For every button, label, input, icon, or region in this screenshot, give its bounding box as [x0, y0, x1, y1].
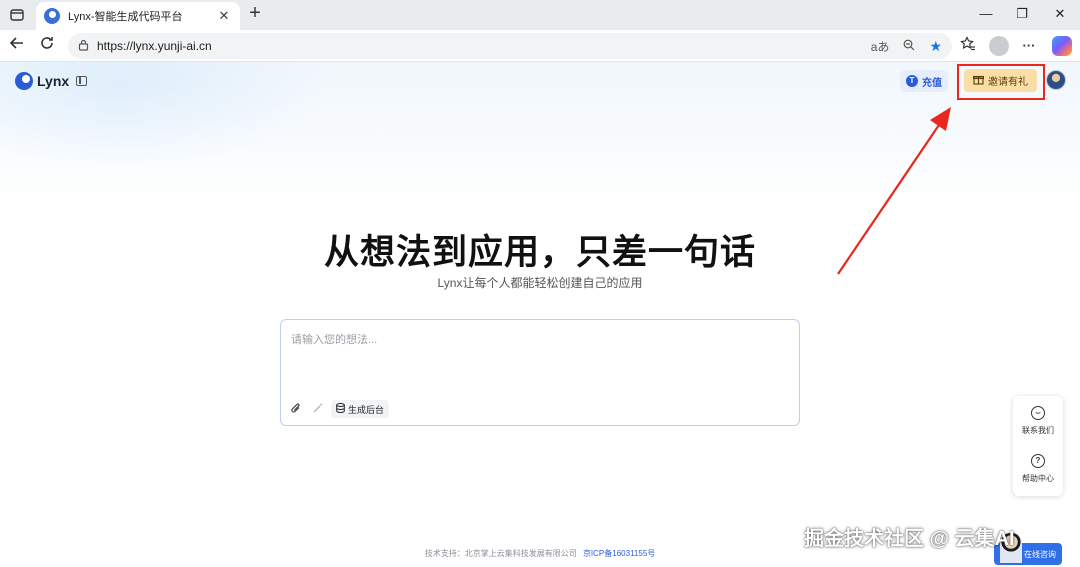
copilot-icon[interactable] [1052, 36, 1072, 56]
question-mark-icon: ? [1031, 454, 1045, 468]
online-consult-label: 在线咨询 [1024, 549, 1056, 559]
lynx-favicon-icon [44, 8, 60, 24]
database-icon [336, 403, 345, 415]
page-content: Lynx T 充值 邀请有礼 从想法到应用，只差一句话 Lynx让每个人都能轻松… [0, 62, 1080, 567]
generate-backend-label: 生成后台 [348, 404, 385, 415]
restore-icon[interactable]: ❐ [1004, 4, 1040, 24]
tech-support-text: 技术支持：北京掌上云集科技发展有限公司 [424, 549, 577, 558]
tab-close-icon[interactable]: ✕ [216, 8, 232, 24]
site-info-lock-icon[interactable] [78, 39, 89, 54]
favorite-star-icon[interactable]: ★ [929, 38, 942, 55]
chat-bubble-icon: ⌣ [1031, 406, 1045, 420]
browser-toolbar: https://lynx.yunji-ai.cn aあ ★ ··· [0, 30, 1080, 62]
zoom-icon[interactable] [903, 39, 915, 54]
help-center-button[interactable]: ? 帮助中心 [1013, 454, 1063, 484]
browser-tab-active[interactable]: Lynx-智能生成代码平台 ✕ [36, 2, 240, 30]
hero-subheadline: Lynx让每个人都能轻松创建自己的应用 [437, 276, 643, 290]
contact-us-label: 联系我们 [1022, 426, 1054, 435]
reload-icon[interactable] [36, 35, 58, 57]
address-bar[interactable]: https://lynx.yunji-ai.cn aあ ★ [68, 33, 952, 59]
browser-tab-bar: Lynx-智能生成代码平台 ✕ + — ❐ ✕ [0, 0, 1080, 30]
attachment-paperclip-icon[interactable] [289, 402, 303, 416]
contact-us-button[interactable]: ⌣ 联系我们 [1013, 406, 1063, 436]
generate-backend-button[interactable]: 生成后台 [331, 400, 390, 418]
tab-actions-icon[interactable] [8, 6, 26, 24]
icp-license-link[interactable]: 京ICP备16031155号 [583, 549, 655, 558]
help-center-label: 帮助中心 [1022, 474, 1054, 483]
back-arrow-icon[interactable] [6, 35, 28, 57]
idea-input-box[interactable]: 请输入您的想法... 生成后台 [280, 319, 800, 426]
new-tab-button[interactable]: + [244, 3, 266, 25]
more-menu-icon[interactable]: ··· [1019, 36, 1039, 56]
window-close-icon[interactable]: ✕ [1042, 4, 1078, 24]
annotation-arrow-icon [837, 107, 951, 275]
source-watermark: 掘金技术社区 @ 云集AI [804, 528, 1015, 550]
floating-help-panel: ⌣ 联系我们 ? 帮助中心 [1013, 396, 1063, 496]
url-text[interactable]: https://lynx.yunji-ai.cn [97, 39, 857, 53]
hero-headline: 从想法到应用，只差一句话 [323, 233, 756, 272]
read-aloud-icon[interactable]: aあ [871, 38, 890, 55]
favorites-icon[interactable] [958, 36, 978, 56]
minimize-icon[interactable]: — [968, 4, 1004, 24]
magic-wand-icon[interactable] [311, 402, 325, 416]
idea-input-placeholder[interactable]: 请输入您的想法... [291, 331, 377, 347]
profile-avatar-icon[interactable] [989, 36, 1009, 56]
tab-title: Lynx-智能生成代码平台 [68, 11, 183, 23]
